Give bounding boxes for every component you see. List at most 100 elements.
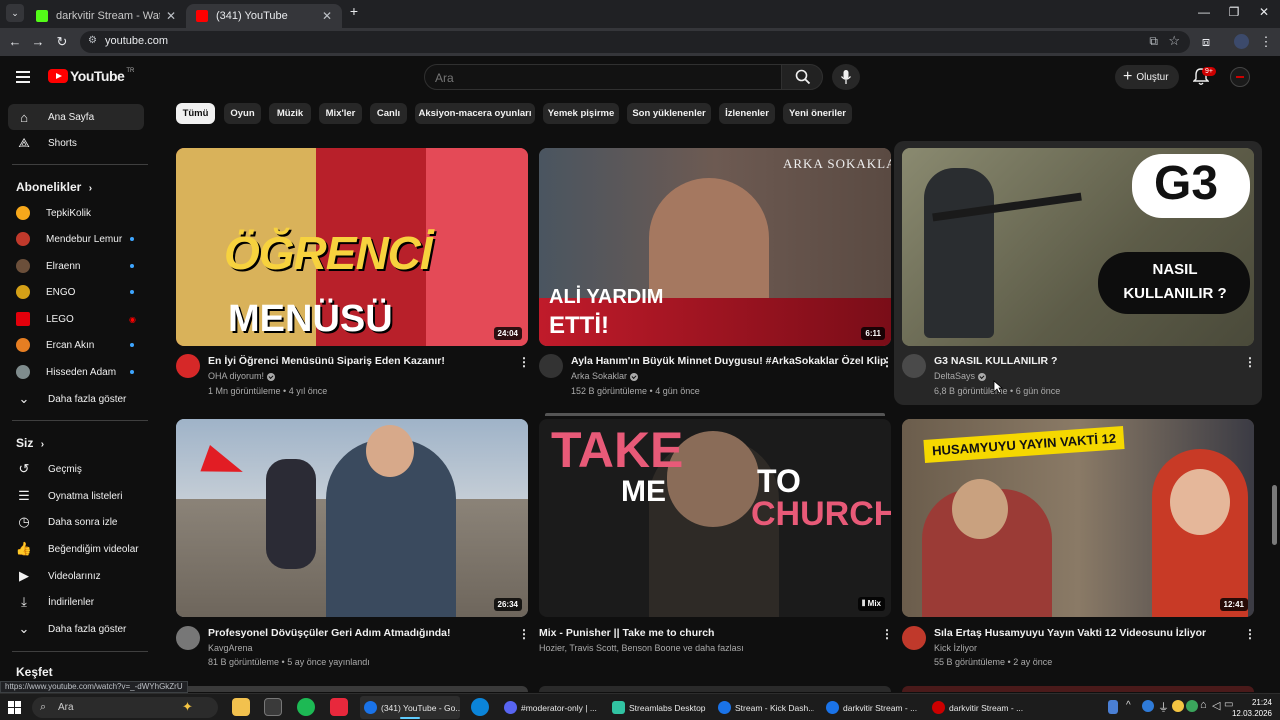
address-bar[interactable]: ⚙ youtube.com ⧉ ☆: [80, 31, 1190, 53]
video-thumbnail[interactable]: TAKE ME TO CHURCH ⦀ Mix: [539, 419, 891, 617]
more-options-icon[interactable]: ⋮: [518, 627, 530, 641]
more-options-icon[interactable]: ⋮: [1244, 355, 1256, 369]
show-more-you[interactable]: ⌄ Daha fazla göster: [8, 616, 144, 642]
video-title[interactable]: Mix - Punisher || Take me to church: [539, 627, 714, 639]
taskbar-search[interactable]: ⌕ Ara ✦: [32, 697, 218, 718]
taskbar-task-kick-dashboard[interactable]: Stream - Kick Dash...: [714, 696, 814, 719]
tab-kick[interactable]: darkvitir Stream - Watch Live on ✕: [26, 4, 186, 28]
sidebar-item-liked-videos[interactable]: 👍 Beğendiğim videolar: [8, 536, 144, 562]
more-options-icon[interactable]: ⋮: [1244, 627, 1256, 641]
chip-new-to-you[interactable]: Yeni öneriler: [783, 103, 852, 124]
channel-avatar[interactable]: [902, 626, 926, 650]
sidebar-sub-lego[interactable]: LEGO ◉: [8, 306, 144, 332]
video-title[interactable]: En İyi Öğrenci Menüsünü Sipariş Eden Kaz…: [208, 355, 445, 367]
sidebar-sub-hisseden-adam[interactable]: Hisseden Adam: [8, 359, 144, 385]
channel-name[interactable]: Kick İzliyor: [934, 643, 977, 653]
video-thumbnail[interactable]: 26:34: [176, 419, 528, 617]
chip-mixes[interactable]: Mix'ler: [319, 103, 362, 124]
sidebar-item-your-videos[interactable]: ▶ Videolarınız: [8, 563, 144, 589]
forward-icon[interactable]: →: [28, 34, 48, 49]
sidebar-sub-tepkikolik[interactable]: TepkiKolik: [8, 200, 144, 226]
sidebar-sub-engo[interactable]: ENGO: [8, 279, 144, 305]
video-thumbnail[interactable]: G3 NASIL KULLANILIR ?: [902, 148, 1254, 346]
channel-name[interactable]: Hozier, Travis Scott, Benson Boone ve da…: [539, 643, 744, 653]
channel-avatar[interactable]: [176, 626, 200, 650]
sidebar-item-home[interactable]: ⌂ Ana Sayfa: [8, 104, 144, 130]
new-tab-button[interactable]: +: [340, 3, 368, 19]
restore-icon[interactable]: ❐: [1220, 5, 1248, 19]
channel-name[interactable]: DeltaSays: [934, 371, 987, 381]
edge-icon[interactable]: [471, 698, 489, 716]
sidebar-item-downloads[interactable]: ⤓ İndirilenler: [8, 589, 144, 615]
more-options-icon[interactable]: ⋮: [881, 627, 893, 641]
subscriptions-heading[interactable]: Abonelikler ›: [16, 180, 92, 194]
channel-avatar[interactable]: [539, 354, 563, 378]
sidebar-sub-ercan-akin[interactable]: Ercan Akın: [8, 332, 144, 358]
network-icon[interactable]: ⌂: [1200, 699, 1207, 711]
close-window-icon[interactable]: ✕: [1250, 5, 1278, 19]
chip-live[interactable]: Canlı: [370, 103, 407, 124]
spotify-icon[interactable]: [297, 698, 315, 716]
video-title[interactable]: G3 NASIL KULLANILIR ?: [934, 355, 1057, 367]
tray-chevron-icon[interactable]: ^: [1126, 700, 1131, 711]
page-scrollbar-thumb[interactable]: [1272, 485, 1277, 545]
taskbar-task-discord[interactable]: #moderator-only | ...: [500, 696, 600, 719]
browser-menu-icon[interactable]: ⋮: [1256, 34, 1276, 50]
account-avatar[interactable]: [1230, 67, 1250, 87]
tab-search-button[interactable]: ⌄: [6, 4, 24, 22]
tray-app-icon[interactable]: [1172, 700, 1184, 712]
taskbar-task-darkvitir-stream[interactable]: darkvitir Stream - ...: [822, 696, 922, 719]
chip-recently-uploaded[interactable]: Son yüklenenler: [627, 103, 711, 124]
sidebar-item-history[interactable]: ↺ Geçmiş: [8, 456, 144, 482]
create-button[interactable]: + Oluştur: [1115, 65, 1179, 89]
channel-name[interactable]: KavgArena: [208, 643, 253, 653]
start-menu-icon[interactable]: [8, 701, 21, 714]
back-icon[interactable]: ←: [5, 34, 25, 49]
more-options-icon[interactable]: ⋮: [881, 355, 893, 369]
close-tab-icon[interactable]: ✕: [322, 9, 332, 23]
install-app-icon[interactable]: ⧉: [1149, 34, 1158, 49]
app-icon[interactable]: [330, 698, 348, 716]
search-button[interactable]: [781, 64, 823, 90]
taskbar-task-darkvitir-stream-opera[interactable]: darkvitir Stream - ...: [928, 696, 1028, 719]
tray-app-icon[interactable]: [1108, 700, 1118, 714]
reload-icon[interactable]: ↻: [52, 34, 72, 50]
tray-app-icon[interactable]: [1142, 700, 1154, 712]
chip-action-adventure[interactable]: Aksiyon-macera oyunları: [415, 103, 535, 124]
voice-search-button[interactable]: [832, 64, 860, 90]
taskbar-clock[interactable]: 21:24 12.03.2026: [1232, 697, 1272, 719]
youtube-logo[interactable]: YouTube TR: [48, 68, 134, 84]
chip-gaming[interactable]: Oyun: [224, 103, 261, 124]
volume-icon[interactable]: ◁: [1212, 699, 1220, 712]
file-explorer-icon[interactable]: [232, 698, 250, 716]
site-info-icon[interactable]: ⚙: [88, 35, 97, 46]
video-thumbnail[interactable]: HUSAMYUYU YAYIN VAKTİ 12 12:41: [902, 419, 1254, 617]
app-icon[interactable]: [264, 698, 282, 716]
you-heading[interactable]: Siz ›: [16, 436, 44, 450]
sidebar-sub-elraenn[interactable]: Elraenn: [8, 253, 144, 279]
channel-name[interactable]: OHA diyorum!: [208, 371, 276, 381]
bookmark-star-icon[interactable]: ☆: [1168, 33, 1180, 49]
sidebar-item-shorts[interactable]: ⟁ Shorts: [8, 130, 144, 156]
search-input[interactable]: [435, 71, 765, 85]
sidebar-item-playlists[interactable]: ☰ Oynatma listeleri: [8, 483, 144, 509]
more-options-icon[interactable]: ⋮: [518, 355, 530, 369]
close-tab-icon[interactable]: ✕: [166, 9, 176, 23]
channel-avatar[interactable]: [902, 354, 926, 378]
show-more-subscriptions[interactable]: ⌄ Daha fazla göster: [8, 386, 144, 412]
tab-youtube[interactable]: (341) YouTube ✕: [186, 4, 342, 28]
video-title[interactable]: Ayla Hanım'ın Büyük Minnet Duygusu! #Ark…: [571, 355, 886, 367]
video-thumbnail[interactable]: ÖĞRENCİ MENÜSÜ 24:04: [176, 148, 528, 346]
taskbar-task-youtube[interactable]: (341) YouTube - Go...: [360, 696, 460, 719]
sidebar-item-watch-later[interactable]: ◷ Daha sonra izle: [8, 509, 144, 535]
taskbar-task-streamlabs[interactable]: Streamlabs Desktop: [608, 696, 708, 719]
video-thumbnail[interactable]: ARKA SOKAKLAR ALİ YARDIM ETTİ! 6:11: [539, 148, 891, 346]
sidebar-sub-mendebur-lemur[interactable]: Mendebur Lemur: [8, 226, 144, 252]
video-title[interactable]: Profesyonel Dövüşçüler Geri Adım Atmadığ…: [208, 627, 451, 639]
chip-music[interactable]: Müzik: [269, 103, 311, 124]
chip-cooking[interactable]: Yemek pişirme: [543, 103, 619, 124]
extensions-icon[interactable]: ⧈: [1196, 34, 1216, 50]
search-box[interactable]: [424, 64, 782, 90]
minimize-icon[interactable]: —: [1190, 5, 1218, 19]
tray-app-icon[interactable]: [1186, 700, 1198, 712]
